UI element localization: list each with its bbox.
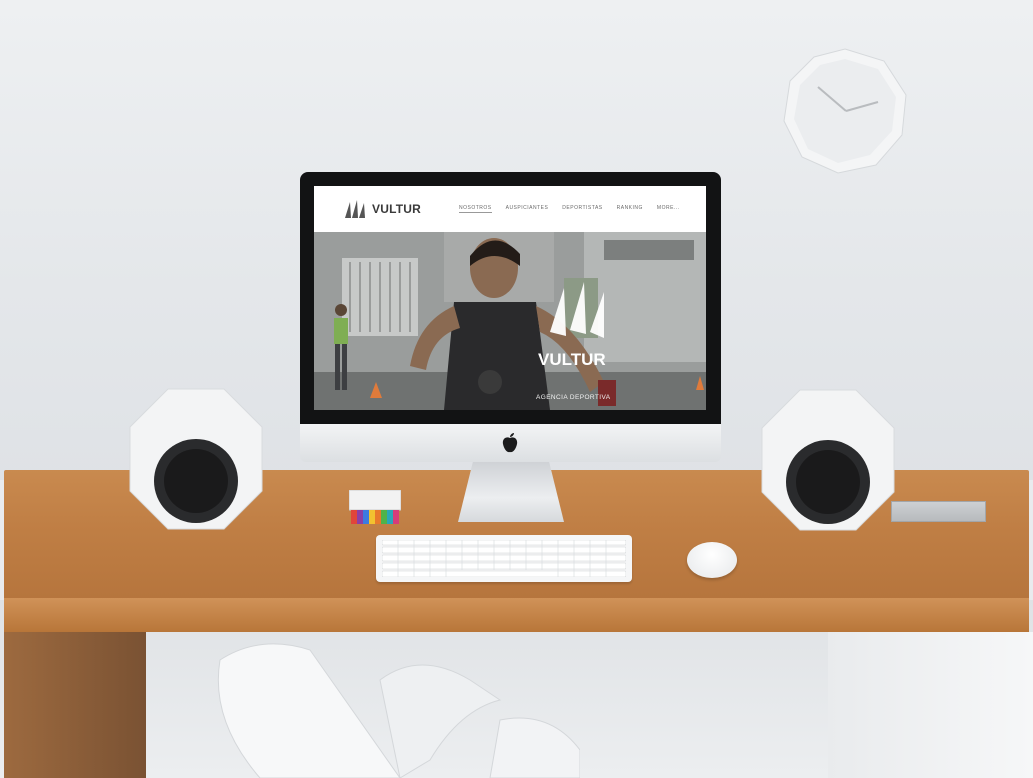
imac-monitor: VULTUR NOSOTROS AUSPICIANTES DEPORTISTAS…: [300, 172, 721, 462]
cable-tray: [891, 501, 986, 522]
site-brand-name: VULTUR: [372, 202, 421, 216]
chair: [217, 643, 580, 778]
nav-item-auspiciantes[interactable]: AUSPICIANTES: [506, 205, 549, 213]
monitor-stand: [458, 462, 564, 522]
website-screen: VULTUR NOSOTROS AUSPICIANTES DEPORTISTAS…: [314, 186, 706, 410]
mouse[interactable]: [687, 542, 737, 578]
nav-item-nosotros[interactable]: NOSOTROS: [458, 205, 492, 213]
desk-leg: [4, 632, 146, 778]
marker-pens: [349, 490, 401, 524]
site-navbar: VULTUR NOSOTROS AUSPICIANTES DEPORTISTAS…: [314, 186, 706, 232]
monitor-bezel: VULTUR NOSOTROS AUSPICIANTES DEPORTISTAS…: [300, 172, 721, 424]
hero-banner: VULTUR AGENCIA DEPORTIVA: [314, 232, 706, 410]
nav-item-deportistas[interactable]: DEPORTISTAS: [562, 205, 602, 213]
claw-marks-logo-icon: [345, 200, 365, 218]
keyboard[interactable]: [376, 535, 632, 582]
site-menu: NOSOTROS AUSPICIANTES DEPORTISTAS RANKIN…: [458, 205, 680, 213]
hero-title: VULTUR: [538, 350, 606, 369]
clock-icon: [783, 48, 907, 174]
site-logo[interactable]: VULTUR: [342, 198, 421, 220]
keyboard-keys: [382, 540, 626, 577]
hero-photo: [314, 232, 706, 410]
right-speaker: [761, 389, 895, 531]
left-speaker: [129, 388, 263, 530]
desk-side-panel: [828, 632, 1033, 778]
desk-edge: [4, 598, 1029, 632]
nav-item-ranking[interactable]: RANKING: [617, 205, 643, 213]
apple-logo-icon: [502, 433, 518, 453]
nav-item-more[interactable]: MORE...: [657, 205, 680, 213]
hero-subtitle: AGENCIA DEPORTIVA: [536, 394, 611, 401]
